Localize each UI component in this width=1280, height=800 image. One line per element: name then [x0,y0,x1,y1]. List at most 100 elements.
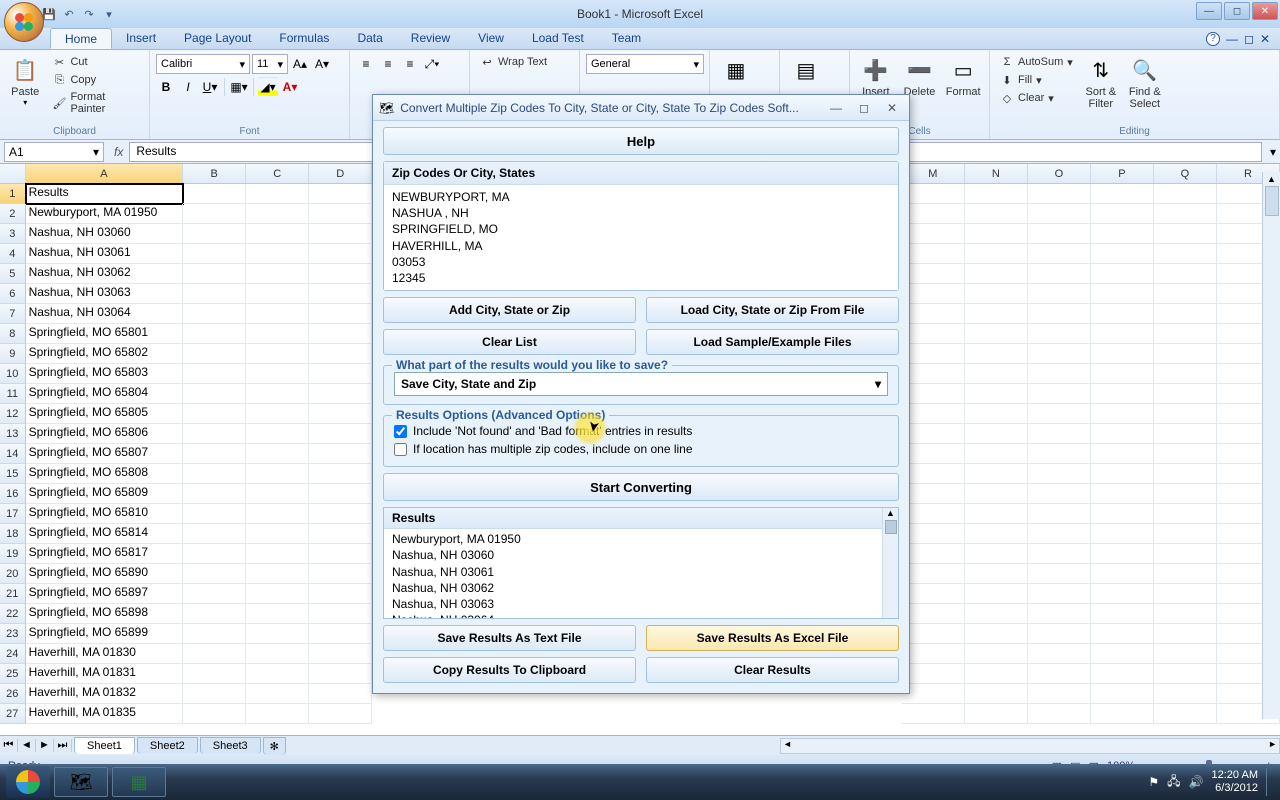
cell[interactable] [965,404,1028,424]
cell[interactable] [902,444,965,464]
cell[interactable] [246,244,309,264]
cell[interactable] [183,204,246,224]
row-header[interactable]: 18 [0,524,26,544]
vertical-scrollbar[interactable] [1262,172,1280,719]
cell[interactable]: Springfield, MO 65802 [26,344,184,364]
cell[interactable]: Springfield, MO 65808 [26,464,184,484]
cell[interactable]: Springfield, MO 65804 [26,384,184,404]
row-header[interactable]: 21 [0,584,26,604]
cell[interactable] [1028,384,1091,404]
cell[interactable] [902,244,965,264]
cell[interactable] [309,664,372,684]
cell[interactable] [183,264,246,284]
cell[interactable] [183,404,246,424]
cell[interactable]: Springfield, MO 65807 [26,444,184,464]
dialog-close-button[interactable]: ✕ [881,99,903,117]
cell[interactable] [1091,484,1154,504]
cell[interactable] [965,704,1028,724]
horizontal-scrollbar[interactable] [780,738,1280,754]
cell[interactable] [1028,324,1091,344]
cell[interactable] [1154,704,1217,724]
cell[interactable]: Springfield, MO 65805 [26,404,184,424]
cell[interactable] [1091,564,1154,584]
cell[interactable] [183,564,246,584]
col-header[interactable]: P [1091,164,1154,183]
cell[interactable] [1028,484,1091,504]
cell[interactable] [902,644,965,664]
cell[interactable] [183,344,246,364]
shrink-font-button[interactable]: A▾ [312,54,332,74]
office-button[interactable] [4,2,44,42]
cell[interactable] [1028,584,1091,604]
cell[interactable] [309,524,372,544]
cell[interactable] [902,304,965,324]
cell[interactable] [246,544,309,564]
cell[interactable]: Nashua, NH 03064 [26,304,184,324]
cell[interactable] [183,304,246,324]
save-option-dropdown[interactable]: Save City, State and Zip▾ [394,372,888,396]
cell[interactable] [246,644,309,664]
cell[interactable] [902,204,965,224]
row-header[interactable]: 13 [0,424,26,444]
cell[interactable] [1154,224,1217,244]
cell[interactable] [1091,364,1154,384]
cell[interactable] [309,704,372,724]
close-button[interactable]: ✕ [1252,2,1278,20]
wrap-text-button[interactable]: ↩Wrap Text [476,54,551,70]
cell[interactable] [246,504,309,524]
fill-color-button[interactable]: ◢▾ [258,77,278,97]
cell[interactable] [183,644,246,664]
cell[interactable] [965,344,1028,364]
cell[interactable] [902,684,965,704]
cell[interactable] [965,504,1028,524]
cell[interactable] [1091,304,1154,324]
cell[interactable] [183,664,246,684]
cell[interactable] [246,464,309,484]
cell[interactable] [1154,584,1217,604]
font-name-combo[interactable]: Calibri▾ [156,54,250,74]
tab-formulas[interactable]: Formulas [265,28,343,49]
cell[interactable] [902,664,965,684]
sheet-tab[interactable]: Sheet1 [74,737,135,754]
cell[interactable]: Springfield, MO 65890 [26,564,184,584]
cell[interactable] [246,264,309,284]
cell[interactable] [309,184,372,204]
cell[interactable] [246,304,309,324]
cell[interactable] [1154,684,1217,704]
cell[interactable] [1154,304,1217,324]
cell[interactable] [309,504,372,524]
row-header[interactable]: 25 [0,664,26,684]
cell[interactable] [309,324,372,344]
cell[interactable] [902,364,965,384]
taskbar-app-excel[interactable]: ▦ [112,767,166,797]
tab-insert[interactable]: Insert [112,28,170,49]
cell[interactable] [246,684,309,704]
tab-team[interactable]: Team [598,28,655,49]
clear-results-button[interactable]: Clear Results [646,657,899,683]
row-header[interactable]: 6 [0,284,26,304]
sheet-nav-first[interactable]: ⏮ [0,739,18,752]
cell[interactable] [1028,284,1091,304]
row-header[interactable]: 24 [0,644,26,664]
tray-network-icon[interactable]: 🖧 [1167,772,1180,793]
cell[interactable] [965,224,1028,244]
cell[interactable] [1154,344,1217,364]
cell[interactable]: Haverhill, MA 01832 [26,684,184,704]
format-cells-button[interactable]: ▭Format [943,54,983,100]
load-sample-button[interactable]: Load Sample/Example Files [646,329,899,355]
cell[interactable] [1091,524,1154,544]
cell[interactable] [965,664,1028,684]
cell[interactable] [1028,204,1091,224]
cell[interactable] [309,344,372,364]
cell[interactable] [1154,624,1217,644]
row-header[interactable]: 4 [0,244,26,264]
cell[interactable] [183,364,246,384]
cell[interactable] [183,544,246,564]
add-city-button[interactable]: Add City, State or Zip [383,297,636,323]
cell[interactable] [1154,324,1217,344]
cell[interactable] [965,644,1028,664]
cell[interactable] [1154,424,1217,444]
sheet-tab[interactable]: Sheet2 [137,737,198,754]
cell[interactable] [183,704,246,724]
sheet-tab[interactable]: Sheet3 [200,737,261,754]
